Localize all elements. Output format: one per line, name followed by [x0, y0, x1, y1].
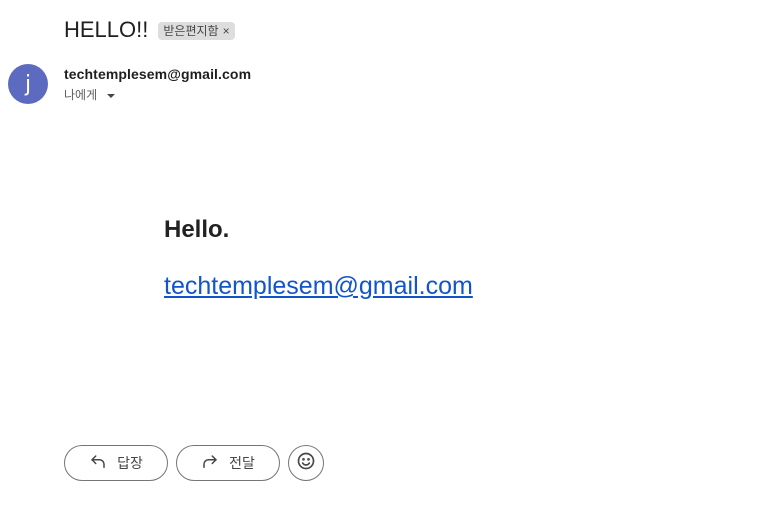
forward-label: 전달	[229, 455, 255, 471]
subject-row: HELLO!! 받은편지함 ×	[64, 16, 235, 44]
email-body-greeting: Hello.	[164, 216, 230, 243]
sender-avatar[interactable]: j	[8, 64, 48, 104]
reply-button[interactable]: 답장	[64, 445, 168, 481]
email-body-link[interactable]: techtemplesem@gmail.com	[164, 272, 473, 301]
label-remove-icon[interactable]: ×	[223, 23, 230, 39]
label-chip-text: 받은편지함	[163, 24, 219, 38]
reply-arrow-icon	[89, 453, 107, 474]
avatar-letter: j	[24, 71, 32, 97]
reply-label: 답장	[117, 455, 143, 471]
smiley-face-icon	[296, 451, 316, 476]
recipient-details-toggle[interactable]: 나에게	[64, 86, 116, 103]
recipient-text: 나에게	[64, 88, 98, 102]
message-actions: 답장 전달	[64, 445, 324, 481]
chevron-down-icon	[107, 93, 116, 98]
forward-button[interactable]: 전달	[176, 445, 280, 481]
add-reaction-button[interactable]	[288, 445, 324, 481]
email-subject: HELLO!!	[64, 17, 149, 42]
forward-arrow-icon	[201, 453, 219, 474]
inbox-label-chip[interactable]: 받은편지함 ×	[158, 22, 235, 40]
sender-address[interactable]: techtemplesem@gmail.com	[64, 66, 251, 82]
